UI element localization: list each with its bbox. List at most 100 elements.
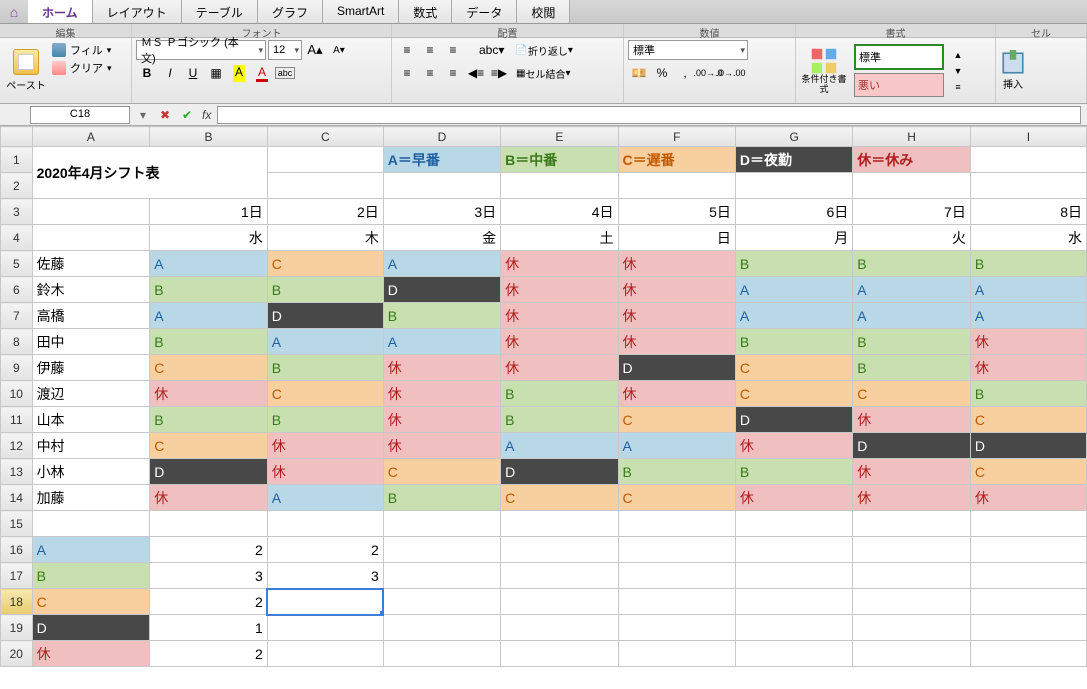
- cell[interactable]: 高橋: [32, 303, 150, 329]
- row-header[interactable]: 5: [1, 251, 33, 277]
- cell[interactable]: B: [150, 329, 268, 355]
- cell[interactable]: 休: [618, 251, 735, 277]
- cell[interactable]: [267, 641, 383, 667]
- cell[interactable]: C: [853, 381, 971, 407]
- legend-a[interactable]: A＝早番: [383, 147, 500, 173]
- align-right-button[interactable]: ≡: [442, 63, 464, 83]
- cell[interactable]: 佐藤: [32, 251, 150, 277]
- cell[interactable]: 休: [501, 277, 618, 303]
- col-header[interactable]: C: [267, 127, 383, 147]
- row-header[interactable]: 13: [1, 459, 33, 485]
- cell[interactable]: C: [267, 381, 383, 407]
- cell[interactable]: D: [267, 303, 383, 329]
- row-header[interactable]: 1: [1, 147, 33, 173]
- fx-icon[interactable]: fx: [202, 108, 211, 122]
- cell[interactable]: 休: [618, 303, 735, 329]
- cell[interactable]: 水: [150, 225, 268, 251]
- row-header[interactable]: 2: [1, 173, 33, 199]
- cell[interactable]: B: [853, 329, 971, 355]
- insert-cells-button[interactable]: 挿入: [1000, 50, 1026, 91]
- row-header[interactable]: 12: [1, 433, 33, 459]
- cell[interactable]: A: [150, 251, 268, 277]
- italic-button[interactable]: I: [159, 63, 181, 83]
- cell[interactable]: A: [267, 485, 383, 511]
- cell[interactable]: B: [970, 251, 1086, 277]
- cell[interactable]: 休: [618, 277, 735, 303]
- cell[interactable]: D: [618, 355, 735, 381]
- title-cell[interactable]: 2020年4月シフト表: [32, 147, 267, 199]
- decrease-decimal-button[interactable]: .0→.00: [720, 63, 742, 83]
- row-header[interactable]: 4: [1, 225, 33, 251]
- shrink-font-button[interactable]: A▾: [328, 40, 350, 60]
- cell[interactable]: B: [853, 251, 971, 277]
- worksheet[interactable]: A B C D E F G H I 12020年4月シフト表A＝早番B＝中番C＝…: [0, 126, 1087, 689]
- cell[interactable]: 日: [618, 225, 735, 251]
- indent-increase-button[interactable]: ≡▶: [488, 63, 510, 83]
- cell[interactable]: C: [618, 407, 735, 433]
- cell[interactable]: B: [618, 459, 735, 485]
- merge-button[interactable]: ▦ セル結合 ▾: [511, 63, 575, 83]
- cell[interactable]: B: [970, 381, 1086, 407]
- cell[interactable]: 山本: [32, 407, 150, 433]
- cell[interactable]: 1: [150, 615, 268, 641]
- cell[interactable]: D: [501, 459, 618, 485]
- cell[interactable]: C: [383, 459, 500, 485]
- align-bottom-button[interactable]: ≡: [442, 40, 464, 60]
- cell[interactable]: C: [970, 459, 1086, 485]
- cell[interactable]: 休: [735, 485, 852, 511]
- cell[interactable]: A: [383, 329, 500, 355]
- cell[interactable]: 休: [383, 381, 500, 407]
- cell[interactable]: 8日: [970, 199, 1086, 225]
- wrap-text-button[interactable]: 📄 折り返し ▾: [510, 40, 577, 60]
- cell[interactable]: 6日: [735, 199, 852, 225]
- cell[interactable]: 休: [383, 355, 500, 381]
- currency-button[interactable]: 💴: [628, 63, 650, 83]
- row-header[interactable]: 16: [1, 537, 33, 563]
- cell[interactable]: 月: [735, 225, 852, 251]
- cell[interactable]: 鈴木: [32, 277, 150, 303]
- cell[interactable]: C: [267, 251, 383, 277]
- cell[interactable]: C: [150, 355, 268, 381]
- style-scroll-up[interactable]: ▲: [950, 48, 966, 62]
- cell[interactable]: A: [501, 433, 618, 459]
- col-header[interactable]: G: [735, 127, 852, 147]
- row-header[interactable]: 3: [1, 199, 33, 225]
- cell[interactable]: C: [970, 407, 1086, 433]
- cell[interactable]: C: [618, 485, 735, 511]
- font-name-combo[interactable]: ＭＳ Ｐゴシック (本文): [136, 40, 266, 60]
- active-cell[interactable]: [267, 589, 383, 615]
- row-header[interactable]: 14: [1, 485, 33, 511]
- cell[interactable]: B: [735, 329, 852, 355]
- row-header[interactable]: 11: [1, 407, 33, 433]
- cell[interactable]: B: [32, 563, 150, 589]
- cell[interactable]: 休: [150, 381, 268, 407]
- cell[interactable]: B: [501, 381, 618, 407]
- cell[interactable]: D: [150, 459, 268, 485]
- percent-button[interactable]: %: [651, 63, 673, 83]
- cell[interactable]: 休: [501, 303, 618, 329]
- home-icon[interactable]: ⌂: [0, 0, 28, 23]
- legend-c[interactable]: C＝遅番: [618, 147, 735, 173]
- accept-formula-button[interactable]: ✔: [178, 106, 196, 124]
- namebox-dropdown[interactable]: ▾: [134, 106, 152, 124]
- orientation-button[interactable]: abc▾: [474, 40, 509, 60]
- col-header[interactable]: I: [970, 127, 1086, 147]
- fill-color-button[interactable]: A: [228, 63, 250, 83]
- cell[interactable]: B: [501, 407, 618, 433]
- fill-button[interactable]: フィル▾: [52, 42, 112, 58]
- cell[interactable]: 2: [150, 589, 268, 615]
- cell[interactable]: B: [383, 485, 500, 511]
- cell[interactable]: B: [267, 407, 383, 433]
- cell[interactable]: 休: [853, 407, 971, 433]
- border-button[interactable]: ▦: [205, 63, 227, 83]
- underline-button[interactable]: U: [182, 63, 204, 83]
- cell[interactable]: B: [267, 355, 383, 381]
- cell[interactable]: A: [853, 303, 971, 329]
- bold-button[interactable]: B: [136, 63, 158, 83]
- grow-font-button[interactable]: A▴: [304, 40, 326, 60]
- cell[interactable]: 2: [267, 537, 383, 563]
- align-left-button[interactable]: ≡: [396, 63, 418, 83]
- cell[interactable]: A: [970, 303, 1086, 329]
- cell[interactable]: 土: [501, 225, 618, 251]
- cell[interactable]: 休: [853, 459, 971, 485]
